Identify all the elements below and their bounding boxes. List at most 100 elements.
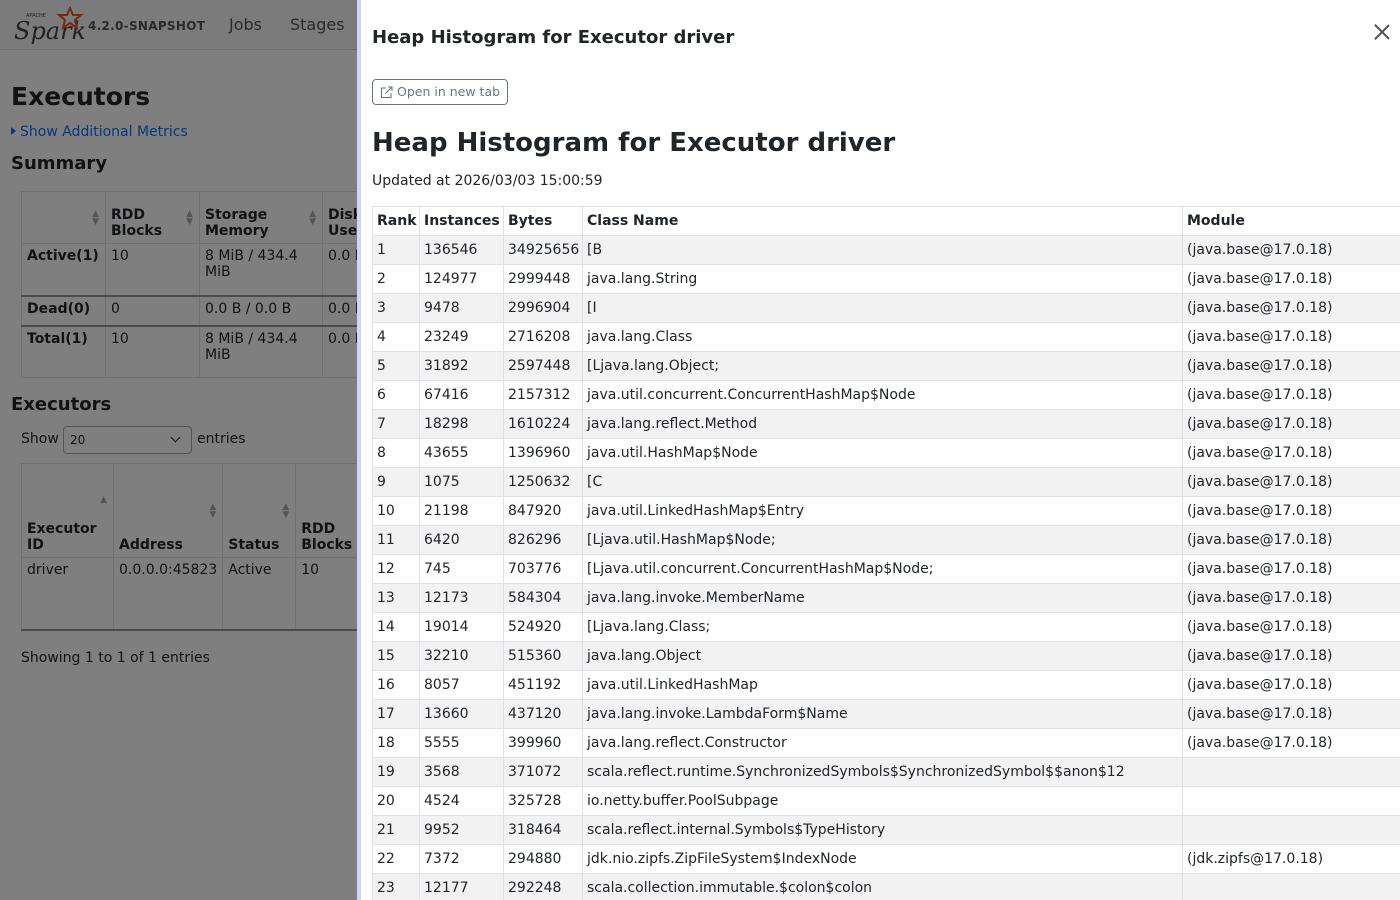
cell-bytes: 584304 (503, 583, 583, 613)
cell-class-name: java.util.LinkedHashMap (582, 670, 1183, 700)
cell-rank: 17 (372, 699, 420, 729)
cell-rank: 9 (372, 467, 420, 497)
cell-module (1182, 757, 1400, 787)
cell-rank: 19 (372, 757, 420, 787)
cell-instances: 3568 (419, 757, 504, 787)
cell-module: (java.base@17.0.18) (1182, 699, 1400, 729)
cell-bytes: 451192 (503, 670, 583, 700)
cell-bytes: 515360 (503, 641, 583, 671)
cell-module (1182, 873, 1400, 900)
cell-rank: 11 (372, 525, 420, 555)
cell-bytes: 524920 (503, 612, 583, 642)
col-module: Module (1182, 206, 1400, 236)
cell-class-name: java.util.LinkedHashMap$Entry (582, 496, 1183, 526)
cell-bytes: 399960 (503, 728, 583, 758)
cell-instances: 12177 (419, 873, 504, 900)
cell-instances: 1075 (419, 467, 504, 497)
cell-module: (java.base@17.0.18) (1182, 612, 1400, 642)
cell-bytes: 294880 (503, 844, 583, 874)
updated-timestamp: Updated at 2026/03/03 15:00:59 (372, 173, 603, 189)
cell-class-name: [I (582, 293, 1183, 323)
cell-class-name: scala.reflect.runtime.SynchronizedSymbol… (582, 757, 1183, 787)
cell-module: (java.base@17.0.18) (1182, 467, 1400, 497)
table-row: 16 8057 451192 java.util.LinkedHashMap (java… (372, 670, 1400, 700)
table-row: 8 43655 1396960 java.util.HashMap$Node (java… (372, 438, 1400, 468)
cell-bytes: 437120 (503, 699, 583, 729)
table-row: 10 21198 847920 java.util.LinkedHashMap$Ent… (372, 496, 1400, 526)
cell-module: (jdk.zipfs@17.0.18) (1182, 844, 1400, 874)
cell-instances: 124977 (419, 264, 504, 294)
cell-bytes: 2597448 (503, 351, 583, 381)
cell-module: (java.base@17.0.18) (1182, 264, 1400, 294)
cell-module: (java.base@17.0.18) (1182, 670, 1400, 700)
external-link-icon (380, 86, 393, 99)
cell-rank: 8 (372, 438, 420, 468)
table-row: 1 136546 34925656 [B (java.base@17.0.18) (372, 235, 1400, 265)
close-icon[interactable] (1372, 22, 1392, 42)
table-row: 9 1075 1250632 [C (java.base@17.0.18) (372, 467, 1400, 497)
cell-module: (java.base@17.0.18) (1182, 293, 1400, 323)
table-row: 17 13660 437120 java.lang.invoke.LambdaForm… (372, 699, 1400, 729)
cell-module: (java.base@17.0.18) (1182, 728, 1400, 758)
cell-module: (java.base@17.0.18) (1182, 525, 1400, 555)
table-row: 23 12177 292248 scala.collection.immutable.… (372, 873, 1400, 900)
cell-module: (java.base@17.0.18) (1182, 380, 1400, 410)
cell-rank: 2 (372, 264, 420, 294)
table-row: 11 6420 826296 [Ljava.util.HashMap$Node; (ja… (372, 525, 1400, 555)
cell-class-name: [Ljava.util.HashMap$Node; (582, 525, 1183, 555)
cell-class-name: jdk.nio.zipfs.ZipFileSystem$IndexNode (582, 844, 1183, 874)
cell-bytes: 703776 (503, 554, 583, 584)
cell-class-name: java.lang.invoke.MemberName (582, 583, 1183, 613)
cell-class-name: java.lang.reflect.Constructor (582, 728, 1183, 758)
cell-rank: 4 (372, 322, 420, 352)
cell-module: (java.base@17.0.18) (1182, 438, 1400, 468)
cell-class-name: scala.reflect.internal.Symbols$TypeHisto… (582, 815, 1183, 845)
cell-bytes: 2716208 (503, 322, 583, 352)
cell-rank: 16 (372, 670, 420, 700)
cell-module (1182, 815, 1400, 845)
cell-module: (java.base@17.0.18) (1182, 496, 1400, 526)
cell-rank: 14 (372, 612, 420, 642)
cell-rank: 18 (372, 728, 420, 758)
table-row: 13 12173 584304 java.lang.invoke.MemberName… (372, 583, 1400, 613)
table-row: 2 124977 2999448 java.lang.String (java.base… (372, 264, 1400, 294)
cell-rank: 5 (372, 351, 420, 381)
cell-bytes: 2157312 (503, 380, 583, 410)
cell-bytes: 1610224 (503, 409, 583, 439)
cell-bytes: 318464 (503, 815, 583, 845)
histogram-heading: Heap Histogram for Executor driver (372, 128, 896, 158)
cell-instances: 31892 (419, 351, 504, 381)
table-row: 4 23249 2716208 java.lang.Class (java.base@1… (372, 322, 1400, 352)
cell-instances: 13660 (419, 699, 504, 729)
cell-class-name: [B (582, 235, 1183, 265)
cell-rank: 12 (372, 554, 420, 584)
cell-instances: 7372 (419, 844, 504, 874)
col-class-name: Class Name (582, 206, 1183, 236)
cell-instances: 43655 (419, 438, 504, 468)
cell-rank: 1 (372, 235, 420, 265)
cell-bytes: 826296 (503, 525, 583, 555)
table-row: 6 67416 2157312 java.util.concurrent.Concur… (372, 380, 1400, 410)
cell-module: (java.base@17.0.18) (1182, 583, 1400, 613)
cell-rank: 7 (372, 409, 420, 439)
cell-instances: 32210 (419, 641, 504, 671)
cell-rank: 22 (372, 844, 420, 874)
table-row: 21 9952 318464 scala.reflect.internal.Symbo… (372, 815, 1400, 845)
cell-instances: 136546 (419, 235, 504, 265)
cell-class-name: java.lang.Class (582, 322, 1183, 352)
cell-bytes: 2996904 (503, 293, 583, 323)
open-in-new-tab-button[interactable]: Open in new tab (372, 79, 509, 105)
cell-bytes: 847920 (503, 496, 583, 526)
cell-bytes: 1396960 (503, 438, 583, 468)
cell-instances: 9478 (419, 293, 504, 323)
table-row: 22 7372 294880 jdk.nio.zipfs.ZipFileSystem$… (372, 844, 1400, 874)
cell-bytes: 371072 (503, 757, 583, 787)
cell-rank: 23 (372, 873, 420, 900)
table-row: 19 3568 371072 scala.reflect.runtime.Synchr… (372, 757, 1400, 787)
cell-class-name: [Ljava.lang.Class; (582, 612, 1183, 642)
cell-instances: 19014 (419, 612, 504, 642)
heap-histogram-table: Rank Instances Bytes Class Name Module 1… (372, 206, 1400, 900)
col-instances: Instances (419, 206, 504, 236)
cell-bytes: 2999448 (503, 264, 583, 294)
cell-bytes: 1250632 (503, 467, 583, 497)
